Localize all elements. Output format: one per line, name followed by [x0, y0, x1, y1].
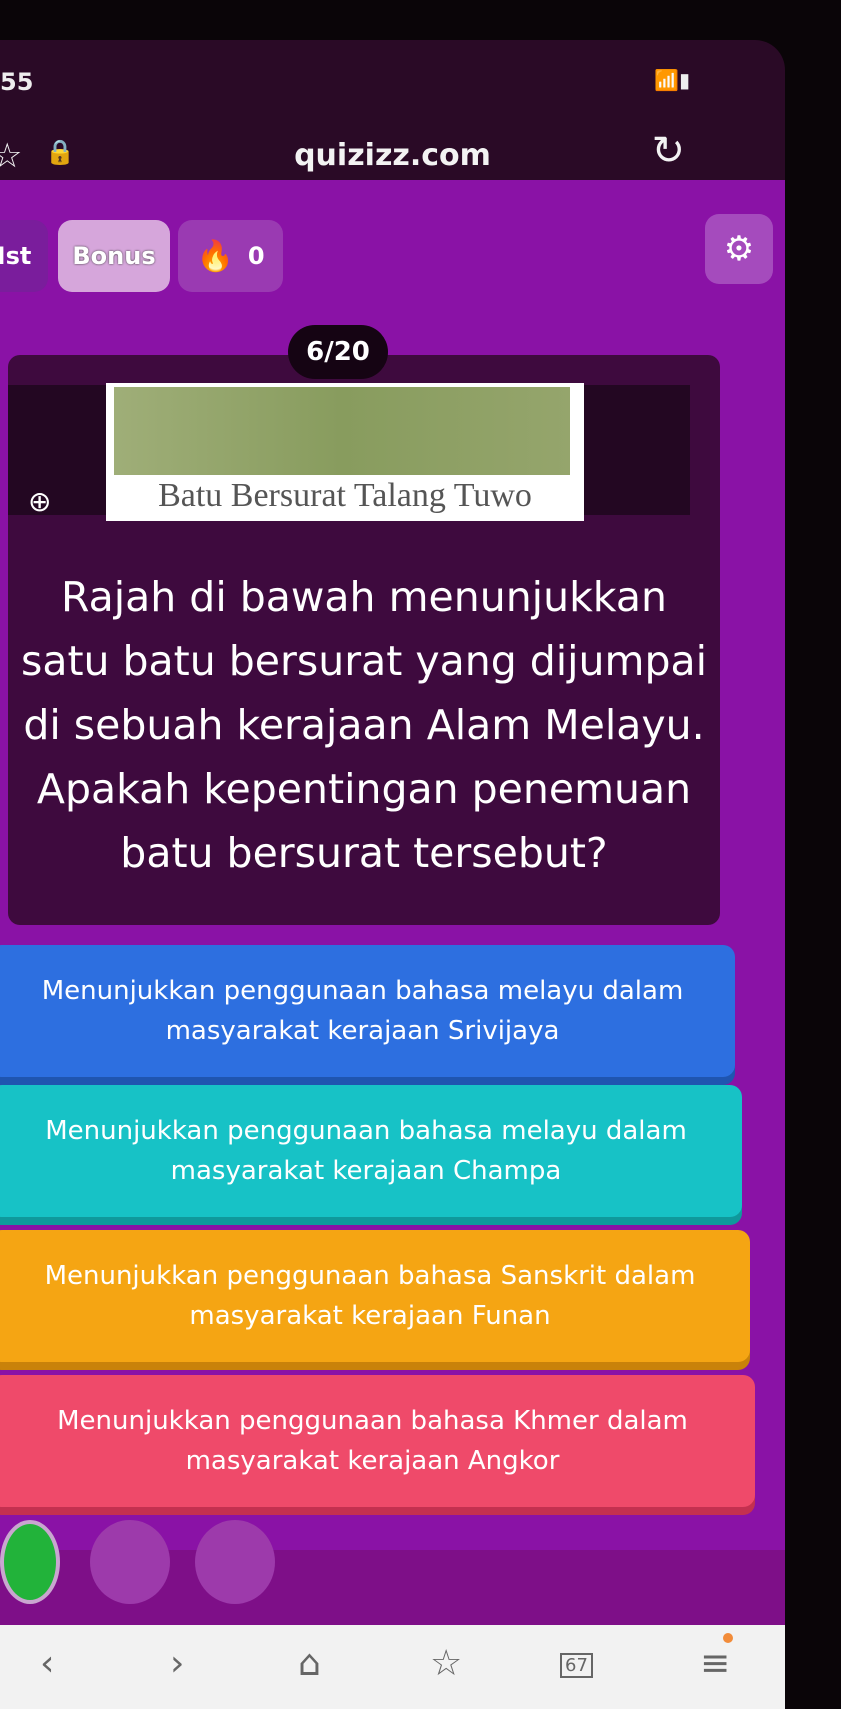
notification-dot [723, 1633, 733, 1643]
browser-bottom-nav: ‹ › ⌂ ☆ 67 ≡ [0, 1625, 785, 1709]
bonus-label: Bonus [72, 242, 156, 270]
answer-option-3[interactable]: Menunjukkan penggunaan bahasa Sanskrit d… [0, 1230, 750, 1362]
home-icon[interactable]: ⌂ [298, 1643, 321, 1684]
streak-badge: 🔥 0 [178, 220, 283, 292]
monster-avatar-icon[interactable] [0, 1520, 60, 1604]
quiz-topbar: Ist Bonus 🔥 0 ⚙ [0, 214, 785, 300]
empty-powerup-slot[interactable] [90, 1520, 170, 1604]
answer-option-1[interactable]: Menunjukkan penggunaan bahasa melayu dal… [0, 945, 735, 1077]
streak-count: 0 [247, 242, 265, 270]
tab-label: Ist [0, 242, 32, 270]
answer-option-2[interactable]: Menunjukkan penggunaan bahasa melayu dal… [0, 1085, 742, 1217]
empty-powerup-slot[interactable] [195, 1520, 275, 1604]
bonus-button[interactable]: Bonus [58, 220, 170, 292]
question-text: Rajah di bawah menunjukkan satu batu ber… [20, 573, 708, 877]
question-counter: 6/20 [288, 325, 388, 379]
forward-icon[interactable]: › [170, 1643, 184, 1684]
question-image[interactable]: Batu Bersurat Talang Tuwo [106, 383, 584, 521]
option-label: Menunjukkan penggunaan bahasa Sanskrit d… [44, 1261, 696, 1331]
powerup-bar [0, 1520, 785, 1630]
answer-option-4[interactable]: Menunjukkan penggunaan bahasa Khmer dala… [0, 1375, 755, 1507]
phone-screen: 55 📶▮ ☆ 🔒 quizizz.com ↻ Ist Bonus 🔥 0 ⚙ 6… [0, 40, 785, 1709]
tabs-button[interactable]: 67 [560, 1653, 593, 1678]
question-image-area: Batu Bersurat Talang Tuwo ⊕ [8, 383, 690, 521]
quiz-area: Ist Bonus 🔥 0 ⚙ 6/20 Batu Bersurat Talang… [0, 180, 785, 1630]
bookmarks-icon[interactable]: ☆ [430, 1643, 462, 1684]
question-card: 6/20 Batu Bersurat Talang Tuwo ⊕ Rajah d… [8, 325, 720, 925]
signal-battery-icon: 📶▮ [654, 68, 690, 92]
flame-icon: 🔥 [196, 238, 234, 274]
status-bar: 55 📶▮ [0, 68, 785, 108]
back-icon[interactable]: ‹ [40, 1643, 54, 1684]
tab-partial[interactable]: Ist [0, 220, 48, 292]
image-caption: Batu Bersurat Talang Tuwo [158, 477, 532, 514]
menu-icon[interactable]: ≡ [700, 1643, 730, 1684]
gear-icon: ⚙ [723, 229, 755, 269]
zoom-in-icon[interactable]: ⊕ [28, 485, 51, 518]
status-time: 55 [0, 68, 34, 96]
option-label: Menunjukkan penggunaan bahasa melayu dal… [41, 976, 684, 1046]
reload-icon[interactable]: ↻ [651, 128, 685, 174]
option-label: Menunjukkan penggunaan bahasa melayu dal… [45, 1116, 687, 1186]
inscribed-stone-image [114, 387, 570, 475]
option-label: Menunjukkan penggunaan bahasa Khmer dala… [57, 1406, 688, 1476]
settings-button[interactable]: ⚙ [705, 214, 773, 284]
